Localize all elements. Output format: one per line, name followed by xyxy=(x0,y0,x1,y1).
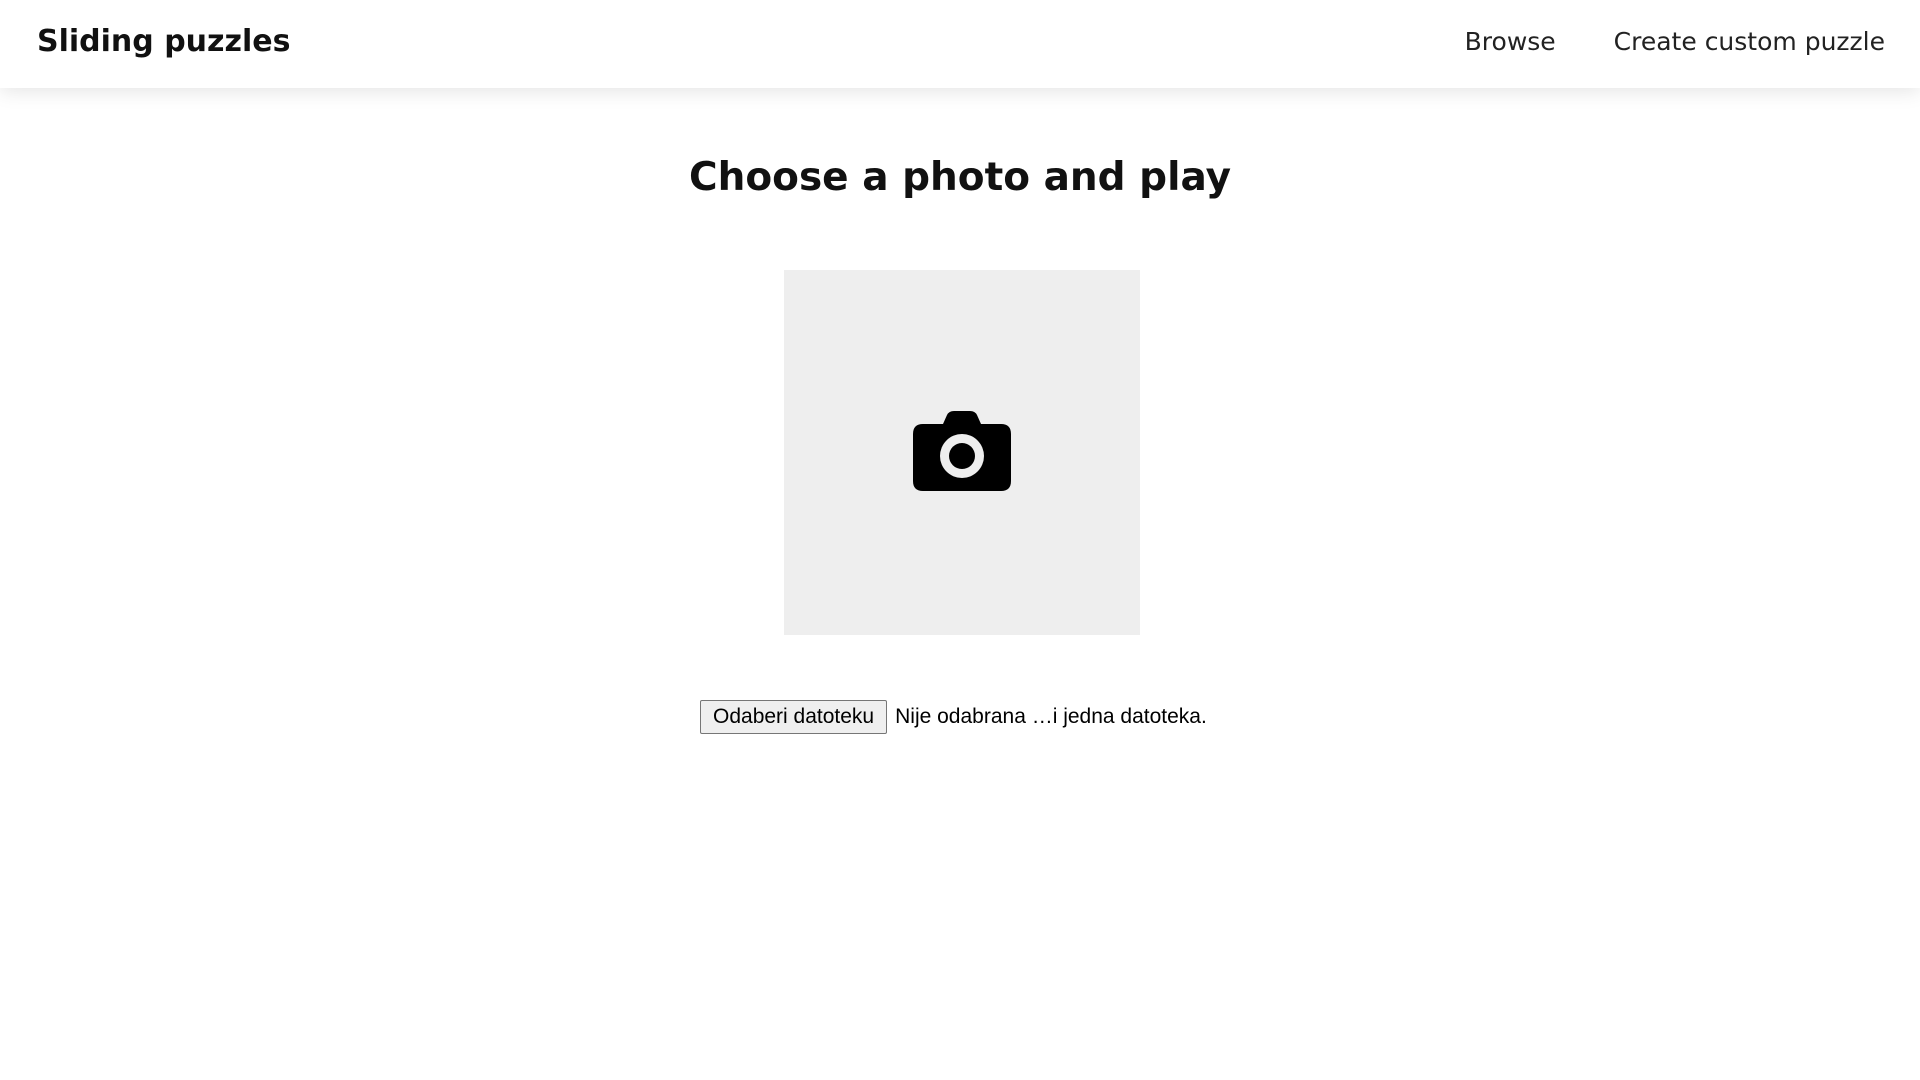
photo-preview-placeholder[interactable] xyxy=(784,270,1140,635)
main-nav: Browse Create custom puzzle xyxy=(1465,22,1885,62)
file-status-text: Nije odabrana …i jedna datoteka. xyxy=(895,704,1207,728)
choose-file-button[interactable]: Odaberi datoteku xyxy=(700,699,888,734)
page-heading: Choose a photo and play xyxy=(688,155,1231,200)
camera-icon xyxy=(913,410,1011,491)
nav-link-create-custom-puzzle[interactable]: Create custom puzzle xyxy=(1614,22,1885,62)
file-input: Odaberi datoteku Nije odabrana …i jedna … xyxy=(700,699,1207,734)
nav-link-browse[interactable]: Browse xyxy=(1465,22,1556,62)
site-title[interactable]: Sliding puzzles xyxy=(37,22,290,62)
top-navigation-bar: Sliding puzzles Browse Create custom puz… xyxy=(0,0,1920,88)
